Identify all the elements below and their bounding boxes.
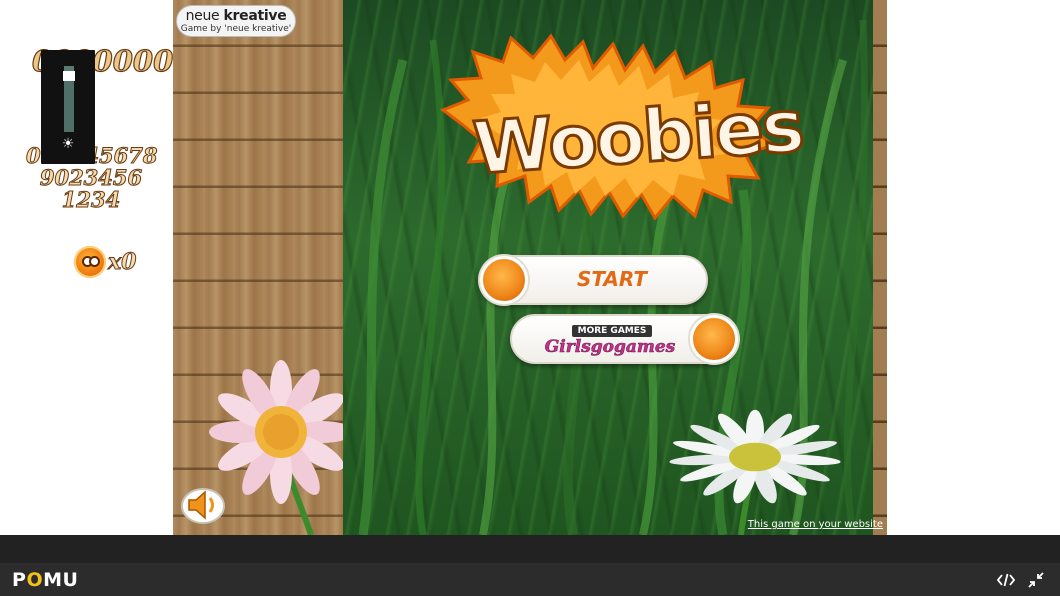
start-button-label: START	[576, 267, 648, 291]
pomu-logo-o: O	[26, 569, 44, 591]
developer-credit-subtitle: Game by 'neue kreative'	[180, 24, 292, 34]
developer-brand-bold: kreative	[223, 8, 287, 24]
developer-brand-light: neue	[185, 8, 224, 24]
lives-counter: x0	[74, 246, 137, 278]
more-games-label: MORE GAMES	[572, 325, 652, 337]
volume-slider-knob[interactable]	[63, 70, 75, 81]
pomu-logo-rest: MU	[43, 569, 79, 591]
volume-slider-overlay[interactable]: ☀	[41, 50, 95, 164]
code-icon[interactable]	[997, 571, 1015, 589]
wood-fence-right	[873, 0, 887, 535]
site-footer: POMU	[0, 563, 1060, 596]
more-games-button-orb-icon	[690, 315, 738, 363]
page: 0000000 012345678 9023456 1234 ☀ x0	[0, 0, 1060, 596]
lives-count: x0	[107, 249, 137, 276]
start-button-orb-icon	[480, 256, 528, 304]
pomu-logo[interactable]: POMU	[12, 569, 78, 591]
collapse-icon[interactable]	[1027, 571, 1045, 589]
game-canvas[interactable]: neue kreative Game by 'neue kreative' Wo…	[173, 0, 887, 535]
developer-credit-badge[interactable]: neue kreative Game by 'neue kreative'	[176, 5, 296, 37]
volume-slider-fill	[64, 75, 74, 132]
more-games-brand: Girlsgogames	[544, 337, 676, 358]
game-bottom-bar	[0, 535, 1060, 563]
game-logo: Woobies	[433, 30, 807, 221]
digit-strip-line-3: 1234	[61, 187, 121, 212]
pomu-logo-p: P	[12, 569, 27, 591]
woobie-ball-icon	[74, 246, 106, 278]
developer-brand: neue kreative	[177, 6, 295, 24]
speaker-icon[interactable]	[181, 484, 225, 524]
digit-strip-line-2: 9023456	[39, 165, 143, 190]
more-games-button[interactable]: MORE GAMES Girlsgogames	[510, 314, 738, 364]
sun-icon: ☀	[61, 136, 75, 152]
white-daisy	[669, 409, 841, 535]
embed-game-link[interactable]: This game on your website	[748, 519, 883, 530]
start-button[interactable]: START	[480, 255, 708, 305]
volume-slider-track[interactable]	[63, 66, 75, 132]
score-panel: 0000000 012345678 9023456 1234 ☀ x0	[0, 0, 174, 535]
